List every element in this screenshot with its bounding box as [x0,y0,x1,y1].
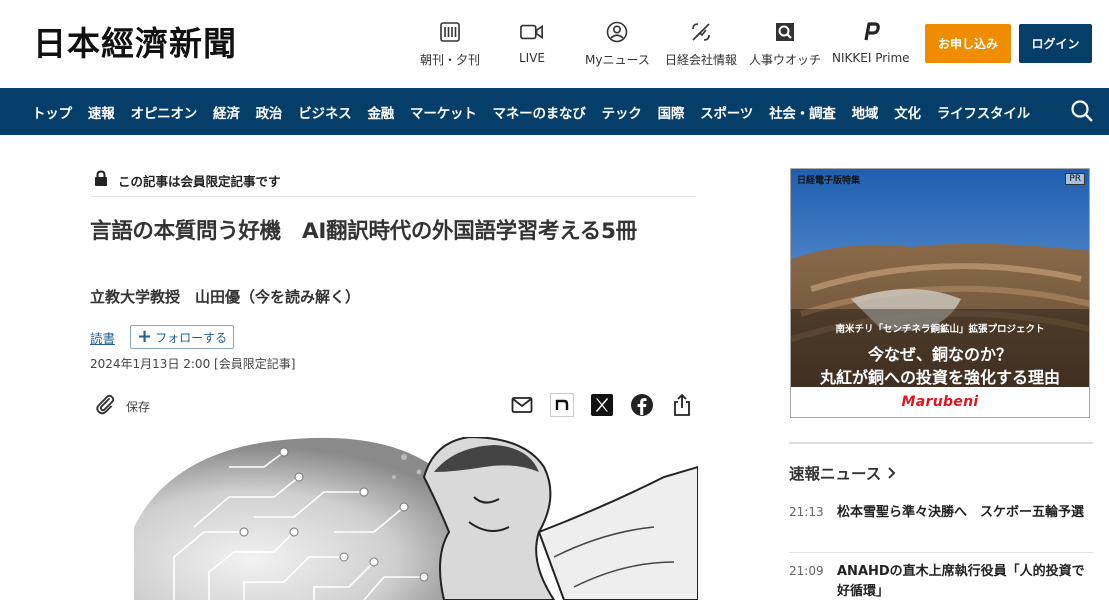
plus-icon: + [137,326,153,347]
nav-item-culture[interactable]: 文化 [886,102,929,122]
header-nav-company[interactable]: 日経会社情報 [665,20,737,68]
nav-item-market[interactable]: マーケット [402,102,485,122]
nav-item-economy[interactable]: 経済 [205,102,248,122]
topic-link-reading[interactable]: 読書 [90,328,115,347]
ad-brand-logo: Marubeni [901,394,979,410]
prime-logo-icon [859,20,883,44]
nav-item-flash[interactable]: 速報 [80,102,123,122]
follow-label: フォローする [155,330,228,345]
category-nav: トップ 速報 オピニオン 経済 政治 ビジネス 金融 マーケット マネーのまなび… [0,88,1109,135]
header-nav-prime[interactable]: NIKKEI Prime [832,20,910,65]
nav-item-business[interactable]: ビジネス [290,102,359,122]
header-nav-label: 日経会社情報 [665,53,738,67]
lock-icon [94,170,108,191]
header-nav-label: Myニュース [585,53,650,67]
header-nav-label: 朝刊・夕刊 [420,53,481,67]
divider [789,442,1093,444]
article-date: 2024年1月13日 2:00 [会員限定記事] [90,357,296,371]
news-title: 松本雪聖ら準々決勝へ スケボー五輪予選 [837,505,1085,520]
share-icon[interactable] [670,393,694,417]
divider [789,552,1093,553]
nav-item-tech[interactable]: テック [594,102,650,122]
news-time: 21:13 [789,505,824,519]
facebook-icon[interactable] [630,393,654,417]
nav-item-sports[interactable]: スポーツ [692,102,761,122]
nav-item-top[interactable]: トップ [24,102,80,122]
nav-item-region[interactable]: 地域 [844,102,887,122]
site-header: 日本經濟新聞 朝刊・夕刊 LIVE Myニュース 日経会社情報 人事ウオッチ N [0,0,1109,88]
chevron-right-icon [887,464,897,483]
follow-button[interactable]: + フォローする [130,325,235,349]
mail-icon[interactable] [510,393,534,417]
article-title: 言語の本質問う好機 AI翻訳時代の外国語学習考える5冊 [90,219,637,244]
nav-item-finance[interactable]: 金融 [359,102,402,122]
header-nav-mynews[interactable]: Myニュース [585,20,650,68]
flash-news-title: 速報ニュース [789,465,882,483]
ad-headline: 今なぜ、銅なのか？ [867,345,1012,364]
divider [90,196,696,197]
newspaper-icon [438,20,462,44]
sidebar-ad[interactable]: 日経電子版特集 PR 南米チリ「センチネラ銅鉱山」拡張プロジェクト 今なぜ、銅な… [790,168,1090,418]
x-icon[interactable] [590,393,614,417]
chart-icon [689,20,713,44]
login-button[interactable]: ログイン [1019,24,1092,63]
article-subtitle: 立教大学教授 山田優（今を読み解く） [90,288,361,306]
members-only-notice: この記事は会員限定記事です [94,170,281,191]
nav-item-politics[interactable]: 政治 [248,102,291,122]
header-nav-label: LIVE [519,51,546,65]
header-nav-label: NIKKEI Prime [832,51,910,65]
site-logo[interactable]: 日本經濟新聞 [33,24,237,64]
note-icon[interactable] [550,393,574,417]
magnifier-icon [773,20,797,44]
header-nav-live[interactable]: LIVE [519,20,545,65]
ad-caption: 南米チリ「センチネラ銅鉱山」拡張プロジェクト [835,324,1045,335]
ad-brand-bar: Marubeni [791,387,1089,417]
search-icon[interactable] [1070,99,1094,123]
user-icon [605,20,629,44]
paperclip-icon [94,393,116,419]
ad-pr-badge: PR [1065,173,1085,185]
nav-item-money[interactable]: マネーのまなび [485,102,594,122]
nav-item-society[interactable]: 社会・調査 [761,102,844,122]
nav-item-lifestyle[interactable]: ライフスタイル [929,102,1038,122]
nav-item-world[interactable]: 国際 [650,102,693,122]
header-nav-label: 人事ウオッチ [749,53,822,67]
members-only-text: この記事は会員限定記事です [118,174,281,189]
apply-button[interactable]: お申し込み [925,24,1011,63]
ad-label: 日経電子版特集 [797,176,861,186]
news-time: 21:09 [789,564,824,578]
header-nav-jinji[interactable]: 人事ウオッチ [749,20,821,68]
save-label: 保存 [126,399,151,414]
video-camera-icon [520,20,544,44]
article-illustration [134,437,698,600]
flash-news-heading[interactable]: 速報ニュース [789,462,897,484]
header-nav-paper[interactable]: 朝刊・夕刊 [420,20,480,68]
save-button[interactable]: 保存 [94,393,150,419]
news-title: ANAHDの直木上席執行役員「人的投資で好循環」 [837,564,1085,599]
ad-subheadline: 丸紅が銅への投資を強化する理由 [819,368,1060,387]
nav-item-opinion[interactable]: オピニオン [123,102,206,122]
